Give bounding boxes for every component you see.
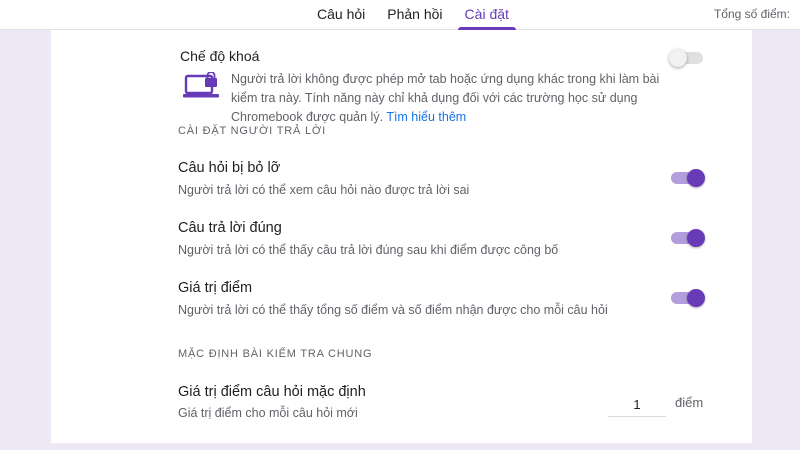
tab-settings[interactable]: Cài đặt [454, 0, 520, 30]
toggle-thumb [669, 49, 687, 67]
quiz-defaults-heading: MẶC ĐỊNH BÀI KIỂM TRA CHUNG [178, 348, 373, 360]
toggle-thumb [687, 169, 705, 187]
missed-questions-toggle[interactable] [669, 168, 705, 188]
default-points-input[interactable] [608, 393, 666, 417]
lockdown-description: Người trả lời không được phép mở tab hoặ… [231, 70, 671, 127]
top-bar: Câu hỏi Phản hồi Cài đặt Tổng số điểm: [0, 0, 800, 30]
points-unit-label: điểm [675, 395, 704, 410]
respondent-settings-heading: CÀI ĐẶT NGƯỜI TRẢ LỜI [178, 125, 326, 137]
toggle-thumb [687, 229, 705, 247]
settings-card: Chế độ khoá Người trả lời không được phé… [51, 30, 752, 443]
default-points-description: Giá trị điểm cho mỗi câu hỏi mới [178, 406, 358, 420]
correct-answers-description: Người trả lời có thể thấy câu trả lời đú… [178, 243, 559, 257]
correct-answers-toggle[interactable] [669, 228, 705, 248]
tab-responses[interactable]: Phản hồi [376, 0, 453, 30]
laptop-lock-icon [183, 72, 219, 98]
total-points-label: Tổng số điểm: [713, 7, 790, 21]
missed-questions-description: Người trả lời có thể xem câu hỏi nào đượ… [178, 183, 470, 197]
tab-questions[interactable]: Câu hỏi [306, 0, 376, 30]
lockdown-title: Chế độ khoá [180, 48, 260, 64]
default-points-title: Giá trị điểm câu hỏi mặc định [178, 384, 366, 400]
missed-questions-title: Câu hỏi bị bỏ lỡ [178, 160, 281, 176]
toggle-thumb [687, 289, 705, 307]
point-values-description: Người trả lời có thể thấy tổng số điểm v… [178, 303, 608, 317]
tab-bar: Câu hỏi Phản hồi Cài đặt [306, 0, 520, 30]
correct-answers-title: Câu trả lời đúng [178, 220, 282, 236]
lockdown-toggle[interactable] [669, 48, 705, 68]
point-values-title: Giá trị điểm [178, 280, 253, 296]
learn-more-link[interactable]: Tìm hiểu thêm [386, 110, 466, 124]
point-values-toggle[interactable] [669, 288, 705, 308]
